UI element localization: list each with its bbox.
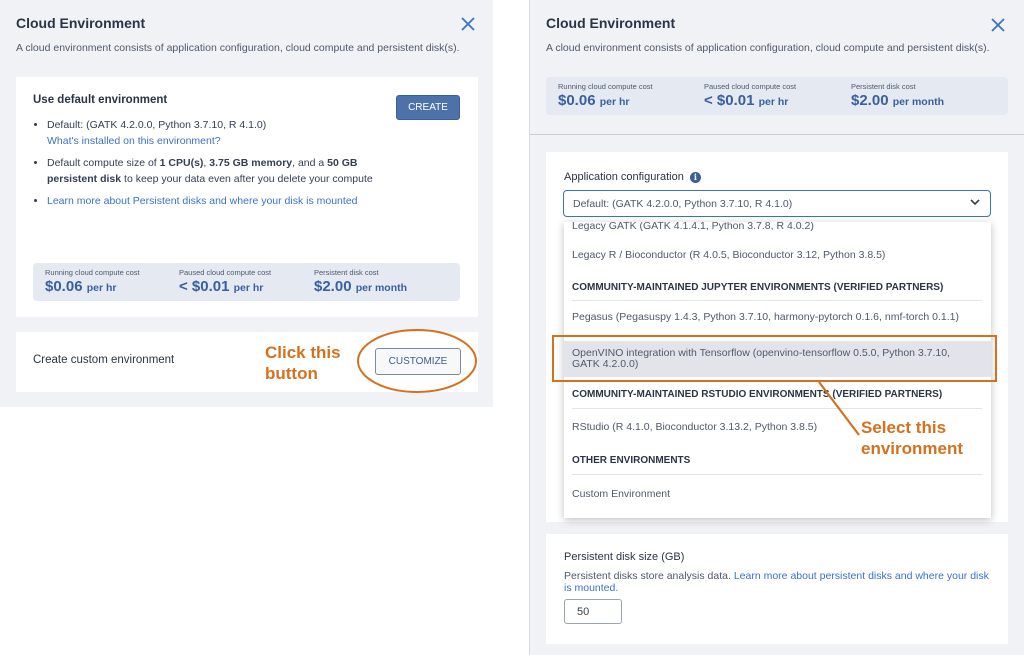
default-version-item: Default: (GATK 4.2.0.0, Python 3.7.10, R…	[47, 118, 377, 149]
panel-title: Cloud Environment	[16, 15, 146, 31]
running-cost-value: $0.06 per hr	[558, 92, 630, 109]
default-environment-heading: Use default environment	[33, 94, 168, 106]
group-header-jupyter: COMMUNITY-MAINTAINED JUPYTER ENVIRONMENT…	[572, 282, 944, 293]
group-divider	[572, 408, 982, 409]
panel-title: Cloud Environment	[546, 15, 676, 31]
disk-cost-value: $2.00 per month	[314, 278, 408, 295]
persistent-disk-size-label: Persistent disk size (GB)	[564, 551, 685, 563]
default-environment-details: Default: (GATK 4.2.0.0, Python 3.7.10, R…	[36, 118, 377, 217]
cost-summary: Running cloud compute cost $0.06 per hr …	[546, 77, 1008, 115]
disk-cost-value: $2.00 per month	[851, 92, 945, 109]
close-icon[interactable]	[461, 16, 475, 34]
persistent-disk-size-input[interactable]: 50	[564, 599, 622, 624]
running-cost-label: Running cloud compute cost	[45, 268, 140, 277]
annotation-arrow	[818, 381, 860, 436]
paused-cost-label: Paused cloud compute cost	[179, 268, 272, 277]
annotation-highlight-box	[552, 335, 997, 382]
whats-installed-link[interactable]: What's installed on this environment?	[47, 135, 221, 147]
group-divider	[572, 300, 982, 301]
paused-cost-value: < $0.01 per hr	[704, 92, 789, 109]
select-value: Default: (GATK 4.2.0.0, Python 3.7.10, R…	[573, 198, 793, 210]
application-configuration-label: Application configuration i	[564, 171, 701, 183]
cost-summary: Running cloud compute cost $0.06 per hr …	[33, 263, 460, 301]
running-cost-label: Running cloud compute cost	[558, 82, 653, 91]
option-legacy-gatk[interactable]: Legacy GATK (GATK 4.1.4.1, Python 3.7.8,…	[572, 222, 982, 232]
default-compute-item: Default compute size of 1 CPU(s), 3.75 G…	[47, 156, 377, 187]
application-configuration-select[interactable]: Default: (GATK 4.2.0.0, Python 3.7.10, R…	[563, 190, 991, 217]
close-icon[interactable]	[991, 17, 1005, 35]
paused-cost-value: < $0.01 per hr	[179, 278, 264, 295]
panel-description: A cloud environment consists of applicat…	[16, 42, 460, 54]
option-pegasus[interactable]: Pegasus (Pegasuspy 1.4.3, Python 3.7.10,…	[572, 312, 982, 323]
persistent-disk-link[interactable]: Learn more about Persistent disks and wh…	[47, 195, 358, 207]
group-header-rstudio: COMMUNITY-MAINTAINED RSTUDIO ENVIRONMENT…	[572, 389, 943, 400]
info-icon[interactable]: i	[689, 171, 701, 183]
annotation-ellipse	[357, 329, 477, 393]
group-header-other: OTHER ENVIRONMENTS	[572, 455, 691, 466]
disk-cost-label: Persistent disk cost	[314, 268, 379, 277]
persistent-disk-link-item: Learn more about Persistent disks and wh…	[47, 194, 377, 210]
paused-cost-label: Paused cloud compute cost	[704, 82, 797, 91]
custom-environment-heading: Create custom environment	[33, 354, 175, 366]
click-this-button-annotation: Click this button	[265, 343, 341, 383]
running-cost-value: $0.06 per hr	[45, 278, 117, 295]
create-button[interactable]: CREATE	[396, 95, 460, 120]
group-divider	[572, 474, 982, 475]
option-custom-environment[interactable]: Custom Environment	[572, 489, 982, 500]
panel-description: A cloud environment consists of applicat…	[546, 42, 990, 54]
divider	[530, 134, 1024, 135]
chevron-down-icon	[970, 195, 980, 209]
disk-cost-label: Persistent disk cost	[851, 82, 916, 91]
option-legacy-r[interactable]: Legacy R / Bioconductor (R 4.0.5, Biocon…	[572, 250, 982, 261]
select-this-environment-annotation: Select this environment	[861, 418, 964, 458]
persistent-disk-help: Persistent disks store analysis data. Le…	[564, 570, 989, 594]
